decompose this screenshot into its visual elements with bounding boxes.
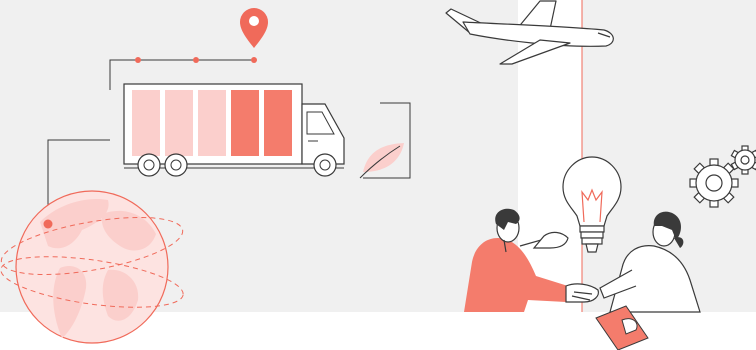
- cargo-blocks: [132, 90, 292, 156]
- illustration-canvas: [0, 0, 756, 350]
- globe-location-dot: [43, 219, 53, 229]
- logistics-illustration: [0, 0, 756, 350]
